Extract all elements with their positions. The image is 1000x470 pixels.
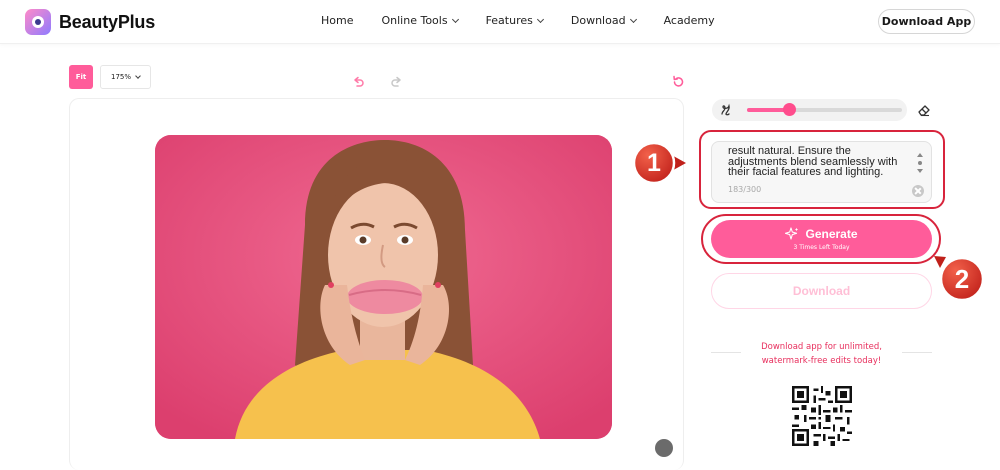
brush-size-knob[interactable] <box>782 103 796 116</box>
promo-line-2: watermark-free edits today! <box>761 356 882 366</box>
step2-number: 2 <box>955 264 969 294</box>
nav-download-label: Download <box>570 14 626 27</box>
brush-icon[interactable] <box>719 103 733 117</box>
nav-online-tools-label: Online Tools <box>381 14 448 27</box>
qr-code <box>792 386 852 446</box>
portrait-illustration <box>155 135 612 439</box>
top-header: BeautyPlus Home Online Tools Features Do… <box>0 0 1000 44</box>
brand-name: BeautyPlus <box>59 11 156 32</box>
step1-badge: 1 <box>632 141 686 185</box>
eraser-icon[interactable] <box>917 103 931 117</box>
nav-download[interactable]: Download <box>570 14 637 27</box>
compare-button[interactable] <box>655 439 673 457</box>
nav-online-tools[interactable]: Online Tools <box>381 14 459 27</box>
prompt-char-count: 183/300 <box>728 185 762 194</box>
prompt-text[interactable]: result natural. Ensure the adjustments b… <box>728 146 908 178</box>
promo-text: Download app for unlimited, watermark-fr… <box>750 340 893 368</box>
scroll-arrows-icon[interactable] <box>916 152 924 174</box>
zoom-value: 175% <box>110 73 131 81</box>
promo-line-1: Download app for unlimited, <box>761 342 882 352</box>
main-nav: Home Online Tools Features Download Acad… <box>321 14 715 27</box>
prompt-textarea[interactable]: result natural. Ensure the adjustments b… <box>711 141 932 203</box>
promo-divider-left <box>711 352 741 353</box>
step1-number: 1 <box>647 149 661 177</box>
chevron-down-icon <box>135 72 141 79</box>
nav-academy[interactable]: Academy <box>664 14 715 27</box>
zoom-select[interactable]: 175% <box>100 65 151 89</box>
step2-badge: 2 <box>934 256 985 302</box>
download-app-button[interactable]: Download App <box>878 9 975 34</box>
nav-features[interactable]: Features <box>485 14 544 27</box>
reset-icon[interactable] <box>671 75 685 89</box>
logo-icon <box>25 9 51 35</box>
chevron-down-icon <box>451 15 459 23</box>
generate-remaining: 3 Times Left Today <box>793 244 850 251</box>
redo-icon[interactable] <box>389 75 403 89</box>
edited-photo[interactable] <box>155 135 612 439</box>
sparkle-icon <box>785 227 799 240</box>
generate-button[interactable]: Generate 3 Times Left Today <box>711 220 932 258</box>
undo-icon[interactable] <box>352 75 366 89</box>
chevron-down-icon <box>536 15 544 23</box>
generate-label: Generate <box>805 227 858 241</box>
nav-home-label: Home <box>321 14 354 27</box>
chevron-down-icon <box>629 15 637 23</box>
nav-academy-label: Academy <box>663 14 715 27</box>
fit-button[interactable]: Fit <box>69 65 93 89</box>
promo-divider-right <box>902 352 932 353</box>
clear-icon[interactable] <box>912 185 924 197</box>
brand-logo[interactable]: BeautyPlus <box>25 9 155 35</box>
nav-home[interactable]: Home <box>321 14 353 27</box>
download-button[interactable]: Download <box>711 273 932 309</box>
nav-features-label: Features <box>485 14 533 27</box>
